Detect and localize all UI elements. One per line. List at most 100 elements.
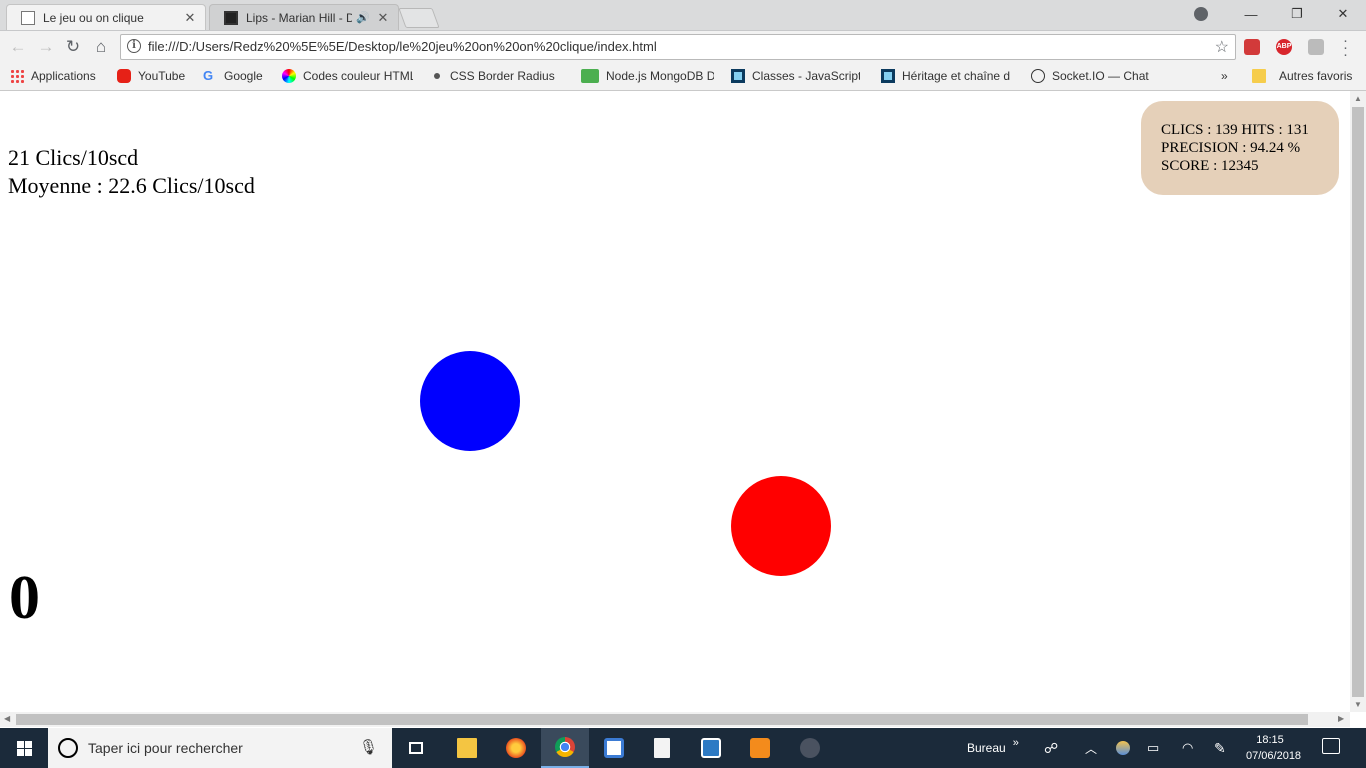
task-view-button[interactable] — [392, 728, 440, 768]
red-target-circle[interactable] — [731, 476, 831, 576]
menu-icon[interactable]: · · · — [1343, 33, 1348, 62]
countdown-counter: 0 — [9, 564, 40, 632]
speaker-icon[interactable]: 🔊 — [356, 11, 370, 24]
wifi-icon: ◠ — [1182, 740, 1194, 755]
app-bracket-button[interactable] — [687, 728, 735, 768]
bookmark-label: Autres favoris — [1279, 69, 1353, 83]
reload-button[interactable]: ↻ — [62, 37, 84, 57]
profile-icon[interactable] — [1194, 7, 1208, 21]
taskbar-search[interactable]: Taper ici pour rechercher 🎙 — [48, 728, 392, 768]
back-button[interactable]: ← — [7, 37, 29, 57]
bookmark-classes-javascript[interactable]: Classes - JavaScript | — [731, 69, 860, 83]
vertical-scrollbar[interactable]: ▲ ▼ — [1350, 91, 1366, 712]
new-tab-button[interactable] — [398, 8, 440, 28]
battery-button[interactable]: ▭ — [1147, 728, 1159, 768]
bookmark-socketio[interactable]: Socket.IO — Chat — [1031, 69, 1149, 83]
clock-date: 07/06/2018 — [1246, 750, 1302, 762]
tray-app-icon — [1116, 741, 1130, 755]
scroll-up-icon[interactable]: ▲ — [1350, 94, 1366, 103]
tab-title: Le jeu ou on clique — [43, 10, 144, 25]
windows-taskbar: Taper ici pour rechercher 🎙 Bureau » ☍ ︿… — [0, 728, 1366, 768]
page-viewport[interactable]: 21 Clics/10scd Moyenne : 22.6 Clics/10sc… — [0, 91, 1350, 712]
forward-button[interactable]: → — [35, 37, 57, 57]
people-icon: ☍ — [1044, 739, 1059, 756]
info-icon[interactable]: i — [127, 39, 141, 53]
blue-target-circle[interactable] — [420, 351, 520, 451]
bookmark-label: Socket.IO — Chat — [1052, 69, 1149, 83]
bookmark-label: Codes couleur HTML — [303, 69, 413, 83]
bookmark-applications[interactable]: Applications — [10, 69, 96, 83]
click-rate-display: 21 Clics/10scd Moyenne : 22.6 Clics/10sc… — [8, 144, 255, 200]
minimize-button[interactable]: — — [1228, 7, 1274, 22]
tray-app-button[interactable] — [1116, 728, 1130, 768]
firefox-button[interactable] — [492, 728, 540, 768]
google-icon: G — [203, 68, 214, 83]
adblock-icon[interactable]: ABP — [1276, 39, 1292, 55]
score-stat: SCORE : 12345 — [1161, 158, 1259, 174]
chevron-right-icon: » — [1221, 69, 1228, 83]
address-bar[interactable]: i file:///D:/Users/Redz%20%5E%5E/Desktop… — [120, 34, 1236, 60]
chrome-button[interactable] — [541, 728, 589, 768]
firefox-icon — [506, 738, 526, 758]
show-hidden-icons-button[interactable]: ︿ — [1085, 728, 1097, 768]
close-icon[interactable]: ✕ — [376, 10, 390, 26]
vertical-scroll-thumb[interactable] — [1352, 107, 1364, 697]
close-icon[interactable]: ✕ — [183, 10, 197, 26]
w3-icon — [581, 69, 599, 83]
bookmark-nodejs-mongodb[interactable]: Node.js MongoDB D — [581, 69, 714, 83]
sublime-text-button[interactable] — [736, 728, 784, 768]
bookmark-color-codes[interactable]: Codes couleur HTML — [282, 69, 413, 83]
microphone-icon[interactable]: 🎙 — [359, 738, 378, 756]
desktop-toolbar[interactable]: Bureau » — [967, 728, 1019, 768]
chevron-icon: » — [1012, 737, 1019, 749]
bookmark-label: Node.js MongoDB D — [606, 69, 714, 83]
url-text[interactable]: file:///D:/Users/Redz%20%5E%5E/Desktop/l… — [148, 39, 657, 54]
clock[interactable]: 18:15 07/06/2018 — [1246, 732, 1302, 764]
clock-time: 18:15 — [1256, 734, 1284, 746]
restore-button[interactable]: ❐ — [1274, 6, 1320, 22]
horizontal-scroll-thumb[interactable] — [16, 714, 1308, 725]
bookmark-css-border-radius[interactable]: CSS Border Radius G — [432, 69, 558, 83]
close-window-button[interactable]: ✕ — [1320, 6, 1366, 22]
chevron-up-icon: ︿ — [1085, 741, 1098, 756]
tab-title: Lips - Marian Hill - De — [246, 10, 353, 25]
people-button[interactable]: ☍ — [1044, 728, 1058, 768]
bookmark-youtube[interactable]: YouTube — [117, 69, 185, 83]
tab-music[interactable]: Lips - Marian Hill - De 🔊 ✕ — [209, 4, 399, 30]
socketio-icon — [1031, 69, 1045, 83]
bookmarks-bar: Applications YouTube G Google Codes coul… — [0, 63, 1366, 91]
network-button[interactable]: ◠ — [1182, 728, 1193, 768]
scroll-down-icon[interactable]: ▼ — [1350, 700, 1366, 709]
bookmark-label: Héritage et chaîne d — [902, 69, 1010, 83]
app-window-button[interactable] — [590, 728, 638, 768]
document-button[interactable] — [638, 728, 686, 768]
pen-workspace-button[interactable]: ✎ — [1214, 728, 1226, 768]
file-explorer-button[interactable] — [443, 728, 491, 768]
browser-toolbar: ← → ↻ ⌂ i file:///D:/Users/Redz%20%5E%5E… — [0, 31, 1366, 63]
bookmark-label: CSS Border Radius G — [450, 69, 558, 83]
start-button[interactable] — [0, 728, 48, 768]
pdf-extension-icon[interactable] — [1308, 39, 1324, 55]
bookmark-google[interactable]: G Google — [203, 68, 263, 84]
app-window-icon — [604, 738, 624, 758]
scroll-right-icon[interactable]: ▶ — [1338, 714, 1344, 723]
bookmark-star-icon[interactable]: ☆ — [1215, 37, 1229, 57]
precision-stat: PRECISION : 94.24 % — [1161, 140, 1301, 156]
horizontal-scrollbar[interactable]: ◀ ▶ — [0, 712, 1350, 727]
bracket-app-icon — [701, 738, 721, 758]
bookmark-heritage[interactable]: Héritage et chaîne d — [881, 69, 1010, 83]
bookmarks-overflow-button[interactable]: » — [1221, 69, 1228, 83]
folder-icon — [1252, 69, 1266, 83]
extension-red-icon[interactable] — [1244, 39, 1260, 55]
scroll-left-icon[interactable]: ◀ — [4, 714, 10, 723]
music-site-icon — [224, 10, 238, 25]
notifications-icon[interactable] — [1322, 738, 1340, 754]
bookmark-other-favorites[interactable]: Autres favoris — [1252, 69, 1352, 83]
window-controls: — ❐ ✕ — [1228, 0, 1366, 28]
apps-grid-icon — [10, 69, 24, 83]
game-app-button[interactable] — [786, 728, 834, 768]
youtube-icon — [117, 69, 131, 83]
home-button[interactable]: ⌂ — [90, 37, 112, 57]
tab-game[interactable]: Le jeu ou on clique ✕ — [6, 4, 206, 30]
game-app-icon — [800, 738, 820, 758]
